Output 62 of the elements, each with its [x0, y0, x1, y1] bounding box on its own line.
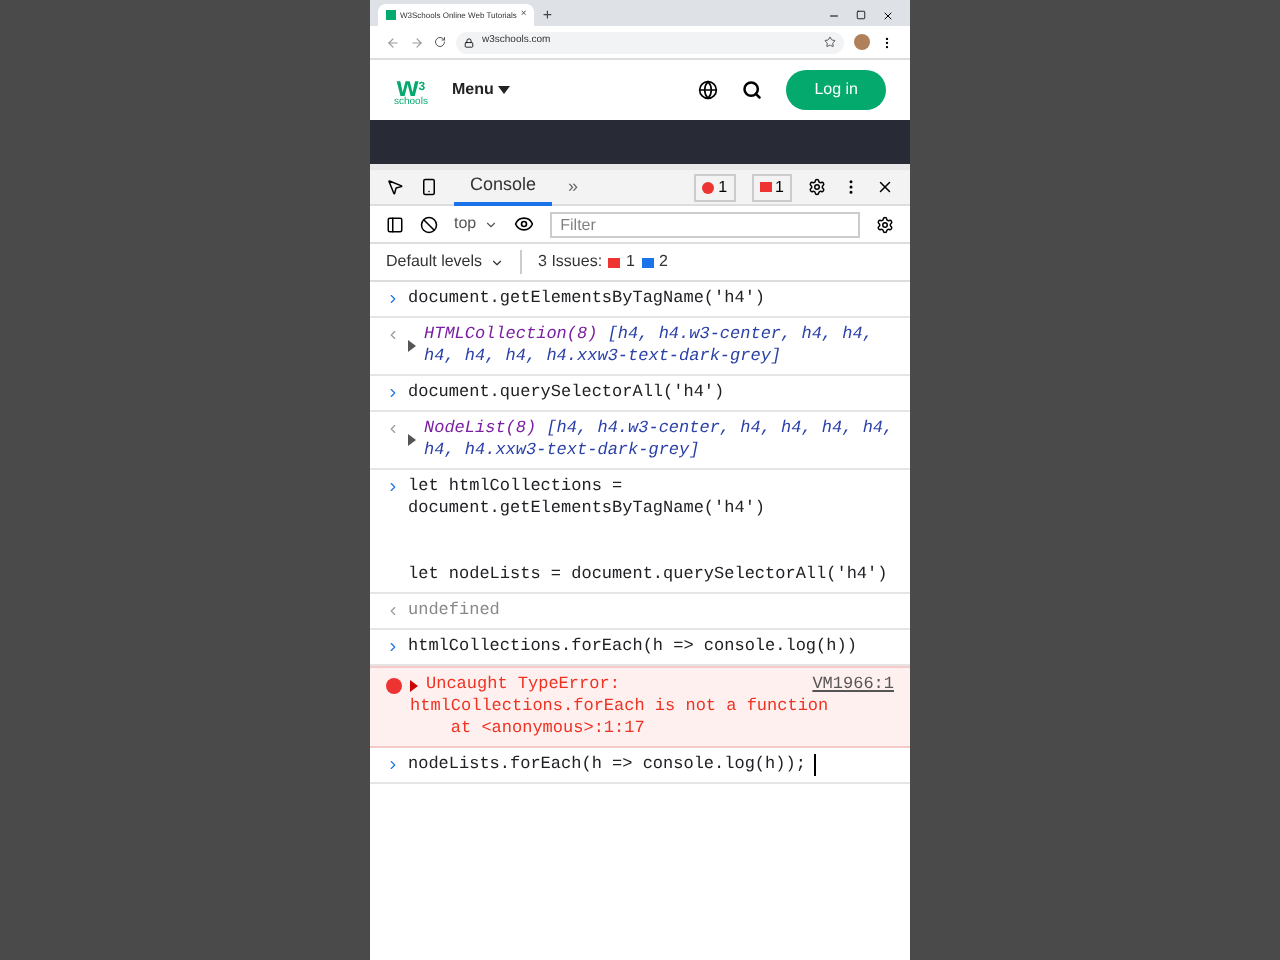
bookmark-star-icon[interactable] — [824, 36, 836, 48]
more-tabs-button[interactable]: » — [568, 173, 579, 201]
console-input-line: htmlCollections.forEach(h => console.log(h)) — [408, 636, 857, 658]
expand-triangle-icon[interactable] — [408, 340, 416, 352]
return-chevron-icon — [386, 422, 400, 436]
forward-icon[interactable] — [410, 35, 424, 49]
expand-triangle-icon[interactable] — [408, 434, 416, 446]
console-input-line: let nodeLists = document.querySelectorAll('h4') — [408, 564, 888, 586]
context-dropdown[interactable]: top — [454, 212, 499, 236]
reload-icon[interactable] — [434, 36, 446, 48]
close-icon[interactable] — [876, 178, 894, 196]
site-favicon — [386, 10, 396, 20]
back-icon[interactable] — [386, 35, 400, 49]
console-input-line: let htmlCollections = — [408, 476, 625, 498]
error-message: Uncaught TypeError: — [426, 674, 620, 696]
settings-icon[interactable] — [808, 178, 826, 196]
console-input-line: document.getElementsByTagName('h4') — [408, 498, 768, 520]
return-chevron-icon — [386, 604, 400, 618]
error-icon — [386, 678, 402, 694]
prompt-chevron-icon — [386, 640, 400, 654]
source-link[interactable]: VM1966:1 — [812, 674, 894, 696]
return-chevron-icon — [386, 328, 400, 342]
profile-avatar[interactable] — [854, 34, 870, 50]
prompt-chevron-icon — [386, 386, 400, 400]
eye-icon[interactable] — [514, 214, 535, 234]
issues-button[interactable]: 3 Issues: 1 2 — [520, 250, 668, 274]
console-input-line[interactable]: nodeLists.forEach(h => console.log(h)); — [408, 754, 806, 776]
chevron-down-icon — [484, 217, 499, 231]
console-output-object: NodeList(8) [h4, h4.w3-center, h4, h4, h4, h4, h4, h4.xxw3-text-dark-grey] — [424, 418, 894, 462]
issue-count-badge[interactable]: 1 — [751, 173, 792, 201]
clear-console-icon[interactable] — [420, 215, 438, 233]
console-result: undefined — [408, 600, 500, 622]
new-tab-button[interactable]: + — [542, 4, 552, 26]
prompt-chevron-icon — [386, 292, 400, 306]
devtools-tab[interactable]: Console — [454, 169, 553, 205]
dropdown-triangle-icon — [497, 86, 510, 94]
expand-triangle-icon[interactable] — [410, 680, 418, 692]
text-cursor — [813, 754, 816, 776]
browser-menu-icon[interactable] — [880, 35, 894, 49]
maximize-icon[interactable] — [856, 10, 866, 20]
lock-icon — [464, 37, 474, 47]
error-message: at <anonymous>:1:17 — [448, 718, 647, 740]
logo-mark: w$^{3}$ — [396, 73, 426, 97]
error-count-badge[interactable]: 1 — [694, 173, 736, 201]
globe-icon[interactable] — [698, 80, 719, 100]
minimize-icon[interactable] — [828, 9, 840, 21]
console-input-line: document.querySelectorAll('h4') — [408, 382, 725, 404]
levels-dropdown[interactable]: Default levels — [386, 250, 505, 274]
prompt-chevron-icon — [386, 758, 400, 772]
inspect-icon[interactable] — [386, 178, 404, 196]
menu-button[interactable]: Menu — [451, 78, 510, 102]
console-output-object: HTMLCollection(8) [h4, h4.w3-center, h4, h4, h4, h4, h4, h4.xxw3-text-dark-grey] — [424, 324, 875, 368]
sidebar-toggle-icon[interactable] — [386, 215, 404, 233]
settings-icon[interactable] — [876, 215, 894, 233]
search-icon[interactable] — [742, 80, 763, 100]
console-input-line: document.getElementsByTagName('h4') — [408, 288, 766, 310]
device-toggle-icon[interactable] — [420, 178, 438, 196]
chevron-down-icon — [490, 255, 505, 269]
filter-field[interactable]: Filter — [550, 211, 860, 237]
prompt-chevron-icon — [386, 480, 400, 494]
close-icon[interactable] — [882, 9, 894, 21]
error-message: htmlCollections.forEach is not a function — [410, 696, 831, 718]
